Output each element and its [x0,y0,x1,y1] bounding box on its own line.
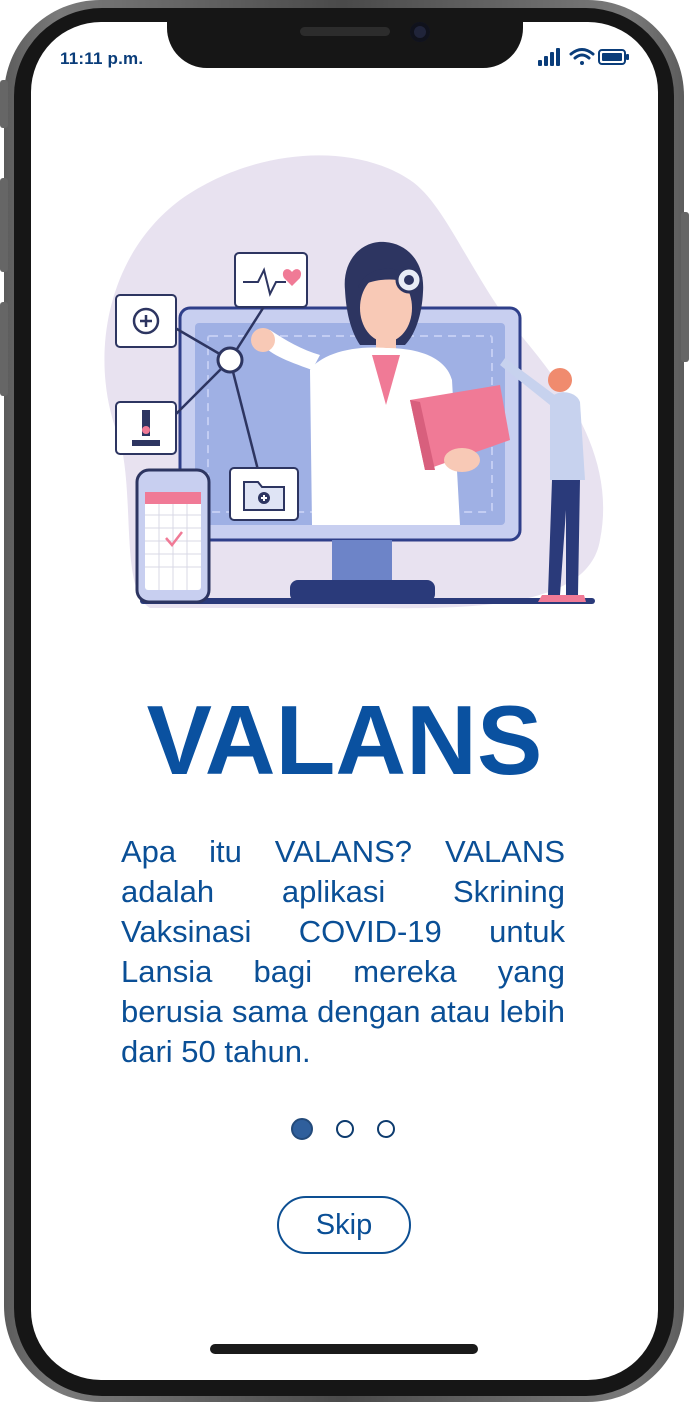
front-camera [410,22,430,42]
app-description: Apa itu VALANS? VALANS adalah aplikasi S… [121,834,565,1069]
signal-icon [538,48,560,66]
battery-icon [598,49,629,65]
status-time: 11:11 p.m. [60,49,144,68]
app-title: VALANS [146,685,543,795]
microscope-card-icon [115,401,177,455]
earpiece-speaker [300,27,390,36]
status-icons [536,46,632,68]
skip-button[interactable]: Skip [277,1196,411,1254]
home-indicator[interactable] [210,1344,478,1354]
power-button [681,212,689,362]
medical-folder-card-icon [229,467,299,521]
stethoscope-card-icon [115,294,177,348]
page-dot-2[interactable] [336,1120,354,1138]
wifi-icon [569,48,595,65]
calendar-phone-icon [135,468,211,604]
page-indicator [291,1118,401,1144]
page-dot-1[interactable] [291,1118,313,1140]
page-dot-3[interactable] [377,1120,395,1138]
telemedicine-illustration [80,140,620,610]
silent-switch [0,80,8,128]
volume-up-button [0,178,8,272]
notch [167,14,523,68]
volume-down-button [0,302,8,396]
heartbeat-card-icon [234,252,308,308]
